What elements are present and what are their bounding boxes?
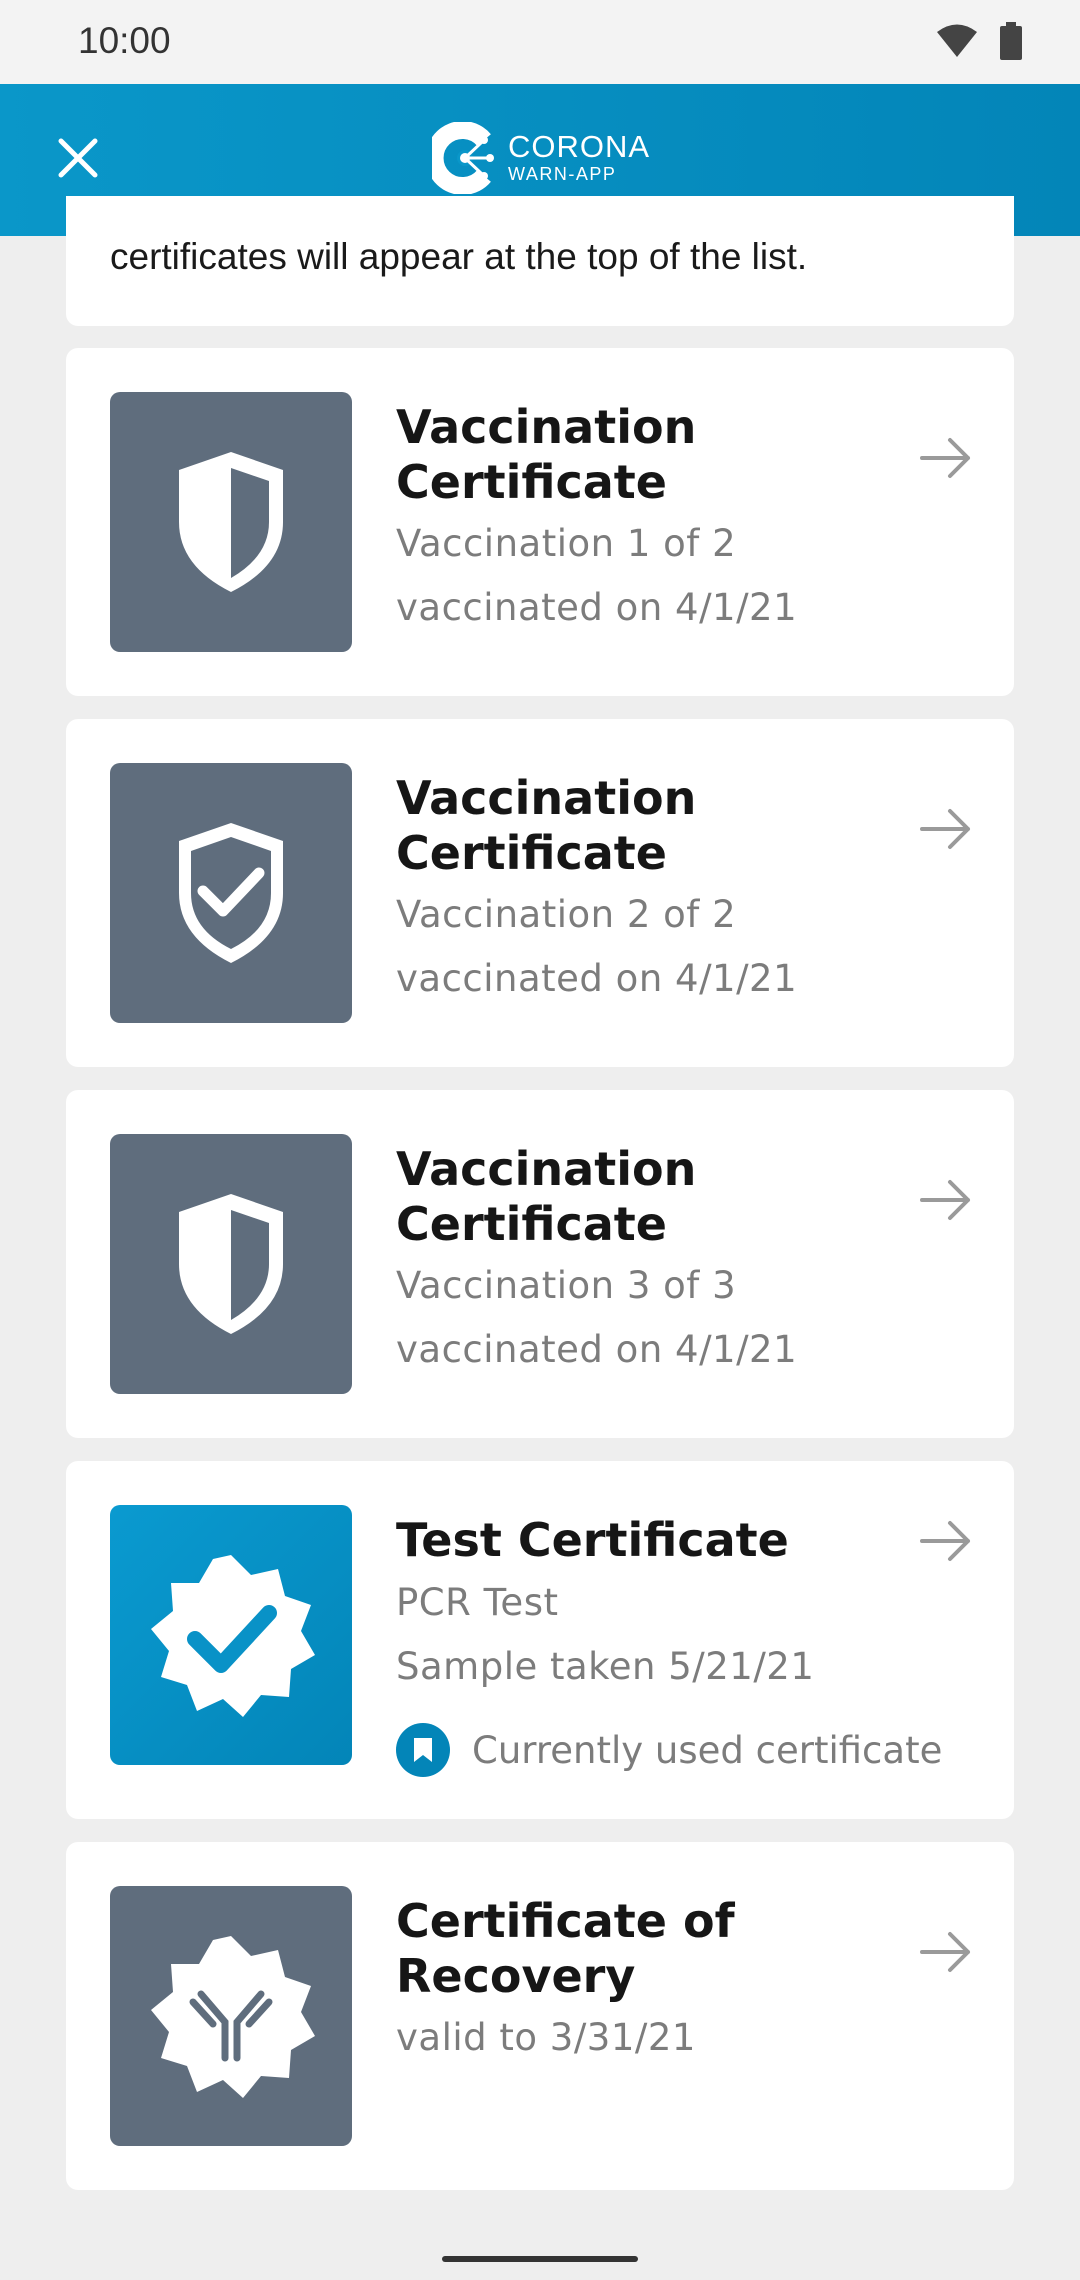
certificate-title: Test Certificate: [396, 1513, 789, 1567]
arrow-right-icon: [920, 1521, 970, 1561]
shield-check-icon: [179, 823, 283, 963]
battery-icon: [1000, 22, 1022, 60]
certificate-validity: valid to 3/31/21: [396, 2016, 696, 2059]
certificate-date: vaccinated on 4/1/21: [396, 1328, 798, 1371]
certificate-thumbnail: [110, 392, 352, 652]
brand-text: CORONA WARN-APP: [508, 131, 650, 185]
arrow-right-icon: [920, 809, 970, 849]
app-logo: CORONA WARN-APP: [432, 122, 650, 194]
certificate-thumbnail: [110, 1134, 352, 1394]
wifi-icon: [937, 24, 977, 57]
status-time: 10:00: [78, 20, 171, 61]
current-certificate-label: Currently used certificate: [472, 1728, 943, 1772]
certificate-list[interactable]: certificates will appear at the top of t…: [0, 196, 1080, 2280]
certificate-card[interactable]: Vaccination Certificate Vaccination 1 of…: [66, 348, 1014, 696]
shield-half-icon: [179, 1194, 283, 1334]
close-icon: [58, 138, 98, 178]
certificate-detail: Vaccination 1 of 2: [396, 522, 737, 565]
certificate-card[interactable]: Test Certificate PCR Test Sample taken 5…: [66, 1461, 1014, 1819]
certificate-card[interactable]: Certificate of Recovery valid to 3/31/21: [66, 1842, 1014, 2190]
intro-card: certificates will appear at the top of t…: [66, 196, 1014, 326]
certificate-detail: PCR Test: [396, 1581, 559, 1624]
arrow-right-icon: [920, 1180, 970, 1220]
shield-half-icon: [179, 452, 283, 592]
certificate-thumbnail: [110, 763, 352, 1023]
gesture-nav-handle[interactable]: [442, 2256, 638, 2262]
certificate-detail: Vaccination 3 of 3: [396, 1264, 737, 1307]
brand-subtitle: WARN-APP: [508, 164, 617, 184]
status-icons: [936, 22, 1022, 60]
brand-title: CORONA: [508, 129, 651, 164]
certificate-date: vaccinated on 4/1/21: [396, 957, 798, 1000]
badge-check-icon: [151, 1555, 315, 1717]
intro-text: certificates will appear at the top of t…: [110, 236, 808, 277]
close-button[interactable]: [46, 126, 110, 190]
certificate-card[interactable]: Vaccination Certificate Vaccination 3 of…: [66, 1090, 1014, 1438]
certificate-detail: Vaccination 2 of 2: [396, 893, 737, 936]
certificate-thumbnail: [110, 1505, 352, 1765]
status-bar: 10:00: [0, 0, 1080, 84]
certificate-thumbnail: [110, 1886, 352, 2146]
certificate-title: Vaccination Certificate: [396, 400, 697, 509]
certificate-title: Vaccination Certificate: [396, 1142, 697, 1251]
bookmark-icon: [396, 1723, 450, 1777]
certificate-title: Certificate of Recovery: [396, 1894, 735, 2003]
corona-logo-icon: [432, 122, 494, 194]
antibody-icon: [151, 1936, 315, 2098]
arrow-right-icon: [920, 1932, 970, 1972]
certificate-card[interactable]: Vaccination Certificate Vaccination 2 of…: [66, 719, 1014, 1067]
arrow-right-icon: [920, 438, 970, 478]
certificate-date: Sample taken 5/21/21: [396, 1645, 815, 1688]
current-certificate-badge: Currently used certificate: [396, 1723, 942, 1777]
certificate-date: vaccinated on 4/1/21: [396, 586, 798, 629]
certificate-title: Vaccination Certificate: [396, 771, 697, 880]
